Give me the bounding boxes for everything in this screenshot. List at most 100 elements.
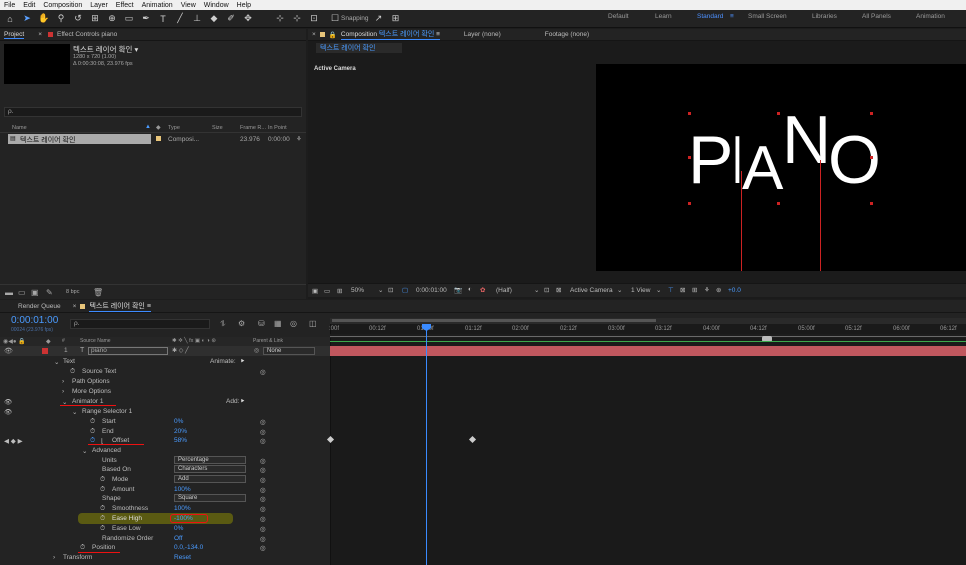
stopwatch-icon[interactable]: ⏱ [100,476,105,484]
menu-help[interactable]: Help [237,2,251,9]
stopwatch-icon[interactable]: ⏱ [90,428,95,436]
sort-arrow-icon[interactable]: ▲ [145,124,151,130]
menu-animation[interactable]: Animation [142,2,173,9]
eraser-tool-icon[interactable]: ◆ [207,12,221,26]
selection-tool-icon[interactable]: ➤ [20,12,34,26]
eye-icon[interactable]: 👁 [4,408,12,416]
workspace-menu-icon[interactable]: ≡ [730,13,734,20]
workspace-standard[interactable]: Standard [697,13,723,20]
tab-menu-icon[interactable]: ≡ [436,31,440,38]
current-time-display[interactable]: 0:00:01:00 [416,287,447,294]
fast-previews-icon[interactable]: ⊠ [680,286,685,294]
toggle-pixel-aspect-icon[interactable]: ⊤ [668,286,674,294]
toggle-transparency-icon[interactable]: ⊠ [556,286,561,294]
expression-icon[interactable]: ◎ [260,466,266,474]
bbox-handle[interactable] [870,156,873,159]
new-comp-icon[interactable]: ▣ [31,288,39,297]
exposure-reset-icon[interactable]: ⊛ [716,286,721,294]
work-area-bar[interactable] [330,318,966,324]
always-preview-icon[interactable]: ▣ [312,287,318,295]
zoom-dropdown[interactable]: 50% [351,287,364,294]
shy-icon[interactable]: ⛁ [258,319,265,328]
rotate-tool-icon[interactable]: ↺ [71,12,85,26]
interpret-footage-icon[interactable]: ▬ [5,288,13,297]
menu-edit[interactable]: Edit [23,2,35,9]
chevron-down-icon[interactable]: ⌄ [617,286,622,294]
chevron-down-icon[interactable]: ⌄ [534,286,539,294]
puppet-tool-icon[interactable]: ✥ [241,12,255,26]
expression-icon[interactable]: ◎ [260,476,266,484]
draft-3d-icon[interactable]: ⚙ [238,319,245,328]
prop-value[interactable]: 0.0,-134.0 [174,544,203,551]
label-color-swatch[interactable] [156,136,161,141]
prop-value[interactable]: 0% [174,525,183,532]
prop-value[interactable]: 58% [174,437,187,444]
menu-view[interactable]: View [181,2,196,9]
tab-project[interactable]: Project [4,31,25,39]
chevron-down-icon[interactable]: ⌄ [82,447,87,455]
tab-effect-controls[interactable]: Effect Controls piano [57,31,117,38]
workspace-animation[interactable]: Animation [916,13,945,20]
prop-value[interactable]: Off [174,535,183,542]
prop-mode[interactable]: ⏱ Mode Add ◎ [0,475,330,485]
column-type[interactable]: Type [168,125,180,131]
prop-source-text[interactable]: ⏱ Source Text ◎ [0,367,330,377]
snap-grid-icon[interactable]: ⊞ [388,12,402,26]
project-item-row[interactable]: ▤ 텍스트 레이어 확인 Composi... 23.976 0:00:00 ⚘ [0,134,306,144]
work-area-range[interactable] [332,319,656,322]
menu-effect[interactable]: Effect [116,2,134,9]
reset-link[interactable]: Reset [174,554,191,561]
column-size[interactable]: Size [212,125,223,131]
units-dropdown[interactable]: Percentage [174,456,246,464]
new-folder-icon[interactable]: ▭ [18,288,26,297]
layer-switches[interactable]: ✱ ◇ ╱ [172,347,189,354]
expression-icon[interactable]: ◎ [260,457,266,465]
bpc-label[interactable]: 8 bpc [66,289,79,295]
graph-editor-icon[interactable]: ◫ [309,319,317,328]
expression-icon[interactable]: ◎ [260,515,266,523]
workspace-all-panels[interactable]: All Panels [862,13,891,20]
mode-dropdown[interactable]: Add [174,475,246,483]
bbox-handle[interactable] [777,112,780,115]
tab-timeline-comp[interactable]: 텍스트 레이어 확인 ≡ [89,301,151,312]
prop-advanced[interactable]: ⌄ Advanced [0,446,330,456]
expression-icon[interactable]: ◎ [260,544,266,552]
chevron-down-icon[interactable]: ⌄ [656,286,661,294]
tab-composition[interactable]: Composition 텍스트 레이어 확인 ≡ [340,29,440,40]
workspace-libraries[interactable]: Libraries [812,13,837,20]
transparency-grid-icon[interactable]: ▢ [402,286,408,294]
prop-animator[interactable]: 👁 ⌄ Animator 1 Add: ⯈ [0,397,330,407]
prop-text[interactable]: ⌄ Text Animate: ⯈ [0,357,330,367]
animator-add-icon[interactable]: ⯈ [240,398,245,406]
prop-start[interactable]: ⏱ Start 0% ◎ [0,417,330,427]
animate-add-icon[interactable]: ⯈ [240,358,245,366]
column-frame-rate[interactable]: Frame R... [240,125,266,131]
prop-value[interactable]: 100% [174,505,191,512]
rectangle-tool-icon[interactable]: ▭ [122,12,136,26]
column-in-point[interactable]: In Point [268,125,287,131]
workspace-small-screen[interactable]: Small Screen [748,13,787,20]
prop-based-on[interactable]: Based On Characters ◎ [0,465,330,475]
expression-icon[interactable]: ◎ [260,535,266,543]
prop-transform[interactable]: › Transform Reset [0,553,330,563]
bbox-handle[interactable] [870,202,873,205]
prop-ease-high[interactable]: ⏱ Ease High -100% ◎ [0,514,330,524]
color-channels-icon[interactable]: ✿ [480,286,485,294]
layer-name[interactable]: piano [88,347,168,355]
stopwatch-icon[interactable]: ⏱ [80,544,85,552]
bbox-handle[interactable] [688,156,691,159]
based-on-dropdown[interactable]: Characters [174,465,246,473]
menu-composition[interactable]: Composition [43,2,82,9]
prop-range-selector[interactable]: 👁 ⌄ Range Selector 1 [0,407,330,417]
bbox-handle[interactable] [688,202,691,205]
clone-stamp-tool-icon[interactable]: ⊥ [190,12,204,26]
pick-whip-icon[interactable]: ◎ [254,347,259,354]
expression-icon[interactable]: ◎ [260,525,266,533]
workspace-learn[interactable]: Learn [655,13,672,20]
close-icon[interactable]: × [38,31,42,38]
expression-icon[interactable]: ◎ [260,428,266,436]
chevron-down-icon[interactable]: ⌄ [72,408,77,416]
tab-footage[interactable]: Footage (none) [545,31,589,38]
eye-icon[interactable]: 👁 [4,398,12,406]
brush-tool-icon[interactable]: ╱ [173,12,187,26]
